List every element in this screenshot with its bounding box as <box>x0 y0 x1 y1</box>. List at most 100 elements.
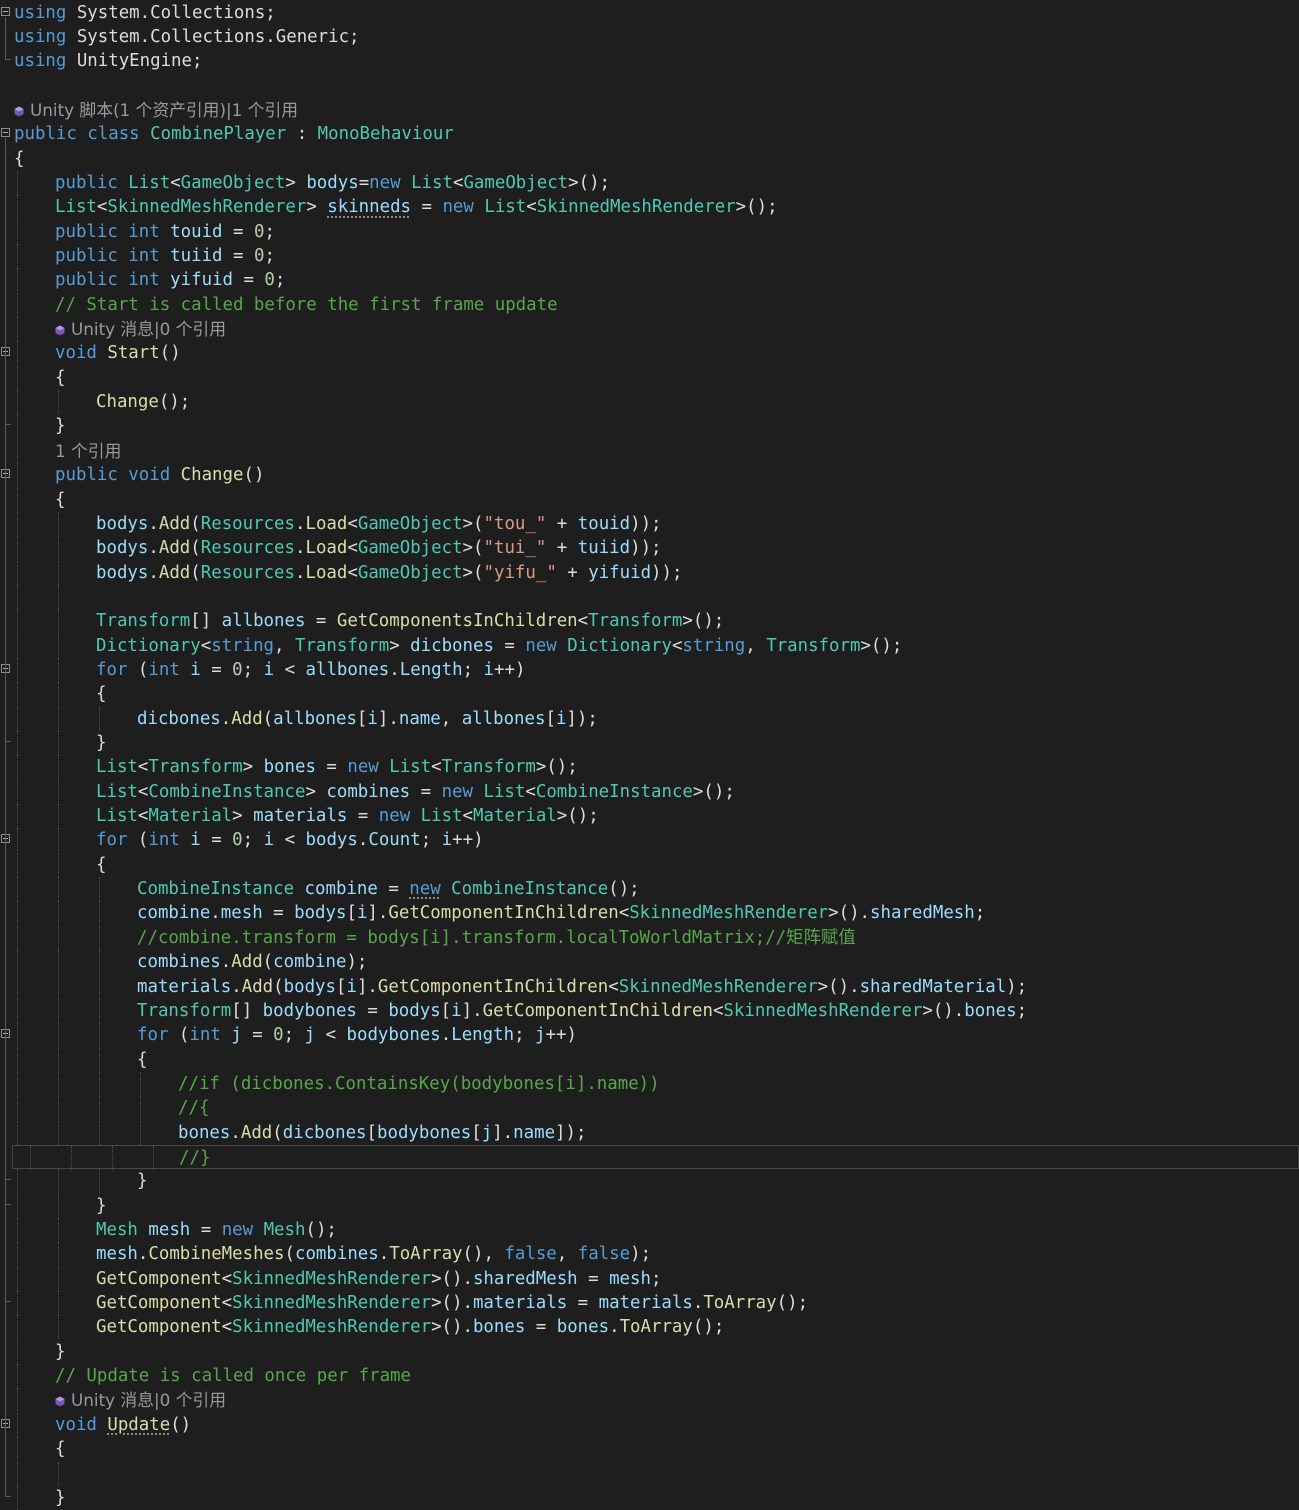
code-line[interactable]: using UnityEngine; <box>0 49 1299 73</box>
code-line[interactable]: public int yifuid = 0; <box>0 268 1299 293</box>
code-line[interactable]: GetComponent<SkinnedMeshRenderer>().mate… <box>0 1291 1299 1316</box>
code-token: new <box>442 197 485 218</box>
code-line[interactable]: materials.Add(bodys[i].GetComponentInChi… <box>0 974 1299 999</box>
code-line[interactable]: for (int i = 0; i < bodys.Count; i++) <box>0 828 1299 853</box>
line-content: Unity 脚本(1 个资产引用)|1 个引用 <box>14 98 298 122</box>
codelens-text[interactable]: 1 个引用 <box>55 441 121 461</box>
line-content: { <box>14 1437 65 1461</box>
line-content: Transform[] allbones = GetComponentsInCh… <box>14 609 724 633</box>
code-editor[interactable]: using System.Collections; using System.Co… <box>0 0 1299 1510</box>
code-line[interactable]: List<SkinnedMeshRenderer> skinneds = new… <box>0 195 1299 220</box>
code-token: GetComponent <box>96 1293 222 1314</box>
code-line[interactable]: } <box>0 731 1299 755</box>
code-token: int <box>148 659 191 680</box>
code-line[interactable]: // Start is called before the first fram… <box>0 292 1299 317</box>
blank-line[interactable] <box>0 584 1299 609</box>
code-token: GetComponent <box>96 1317 222 1338</box>
code-line[interactable]: public int tuiid = 0; <box>0 244 1299 268</box>
code-token: ; <box>974 903 986 924</box>
code-token: 0 <box>232 830 243 851</box>
code-line[interactable]: public List<GameObject> bodys=new List<G… <box>0 170 1299 195</box>
code-token: < <box>452 172 464 193</box>
code-line[interactable]: bones.Add(dicbones[bodybones[j].name]); <box>0 1120 1299 1145</box>
code-line[interactable]: } <box>0 414 1299 439</box>
codelens-text[interactable]: Unity 脚本(1 个资产引用)|1 个引用 <box>14 100 298 120</box>
code-token: new <box>347 757 390 778</box>
codelens-hint[interactable]: Unity 脚本(1 个资产引用)|1 个引用 <box>0 98 1299 122</box>
code-line[interactable]: } <box>0 1169 1299 1194</box>
code-line[interactable]: //} <box>12 1144 1299 1170</box>
code-line[interactable]: List<Material> materials = new List<Mate… <box>0 804 1299 829</box>
code-token: 0 <box>253 246 265 266</box>
code-token: bodys <box>96 562 149 583</box>
codelens-text[interactable]: Unity 消息|0 个引用 <box>55 1390 226 1410</box>
code-line[interactable]: for (int j = 0; j < bodybones.Length; j+… <box>0 1023 1299 1048</box>
code-line[interactable]: public void Change() <box>0 463 1299 488</box>
code-line[interactable]: { <box>0 1437 1299 1462</box>
code-line[interactable]: void Update() <box>0 1412 1299 1437</box>
code-token: [] <box>231 1000 263 1021</box>
code-line[interactable]: combine.mesh = bodys[i].GetComponentInCh… <box>0 901 1299 926</box>
line-content: //if (dicbones.ContainsKey(bodybones[i].… <box>14 1072 660 1096</box>
code-line[interactable]: mesh.CombineMeshes(combines.ToArray(), f… <box>0 1242 1299 1267</box>
code-line[interactable]: CombineInstance combine = new CombineIns… <box>0 877 1299 902</box>
collapse-icon[interactable] <box>1 128 10 138</box>
code-line[interactable]: bodys.Add(Resources.Load<GameObject>("tu… <box>0 536 1299 561</box>
code-line[interactable]: Transform[] bodybones = bodys[i].GetComp… <box>0 998 1299 1023</box>
code-line[interactable]: //if (dicbones.ContainsKey(bodybones[i].… <box>0 1071 1299 1096</box>
code-line[interactable]: List<CombineInstance> combines = new Lis… <box>0 779 1299 804</box>
code-line[interactable]: for (int i = 0; i < allbones.Length; i++… <box>0 657 1299 682</box>
code-token: Add <box>241 976 274 997</box>
codelens-hint[interactable]: 1 个引用 <box>0 438 1299 463</box>
code-token: } <box>55 1487 66 1508</box>
code-token: CombinePlayer <box>150 124 287 145</box>
code-token: bodys <box>283 976 336 997</box>
codelens-hint[interactable]: Unity 消息|0 个引用 <box>0 1388 1299 1413</box>
blank-line[interactable] <box>0 74 1299 98</box>
code-line[interactable]: { <box>0 682 1299 707</box>
code-line[interactable]: //combine.transform = bodys[i].transform… <box>0 925 1299 950</box>
code-line[interactable]: } <box>0 1485 1299 1510</box>
fold-region-line <box>5 16 6 60</box>
line-content: GetComponent<SkinnedMeshRenderer>().mate… <box>14 1291 808 1315</box>
code-line[interactable]: { <box>0 852 1299 877</box>
code-token: combine <box>273 952 347 973</box>
code-line[interactable]: GetComponent<SkinnedMeshRenderer>().bone… <box>0 1315 1299 1340</box>
collapse-icon[interactable] <box>1 6 10 16</box>
codelens-text[interactable]: Unity 消息|0 个引用 <box>55 319 226 339</box>
code-line[interactable]: public class CombinePlayer : MonoBehavio… <box>0 122 1299 146</box>
code-line[interactable]: bodys.Add(Resources.Load<GameObject>("to… <box>0 511 1299 536</box>
code-line[interactable]: Mesh mesh = new Mesh(); <box>0 1218 1299 1242</box>
blank-line[interactable] <box>0 1461 1299 1486</box>
code-token: . <box>609 1317 620 1338</box>
code-line[interactable]: { <box>0 147 1299 171</box>
code-line[interactable]: // Update is called once per frame <box>0 1364 1299 1389</box>
code-line[interactable]: { <box>0 365 1299 390</box>
code-line[interactable]: dicbones.Add(allbones[i].name, allbones[… <box>0 706 1299 731</box>
code-line[interactable]: Dictionary<string, Transform> dicbones =… <box>0 633 1299 658</box>
line-content: Unity 消息|0 个引用 <box>14 317 226 341</box>
codelens-hint[interactable]: Unity 消息|0 个引用 <box>0 317 1299 342</box>
code-line[interactable]: public int touid = 0; <box>0 219 1299 244</box>
code-line[interactable]: //{ <box>0 1096 1299 1121</box>
code-line[interactable]: using System.Collections.Generic; <box>0 25 1299 49</box>
code-line[interactable]: bodys.Add(Resources.Load<GameObject>("yi… <box>0 560 1299 585</box>
code-line[interactable]: } <box>0 1193 1299 1218</box>
code-line[interactable]: combines.Add(combine); <box>0 950 1299 975</box>
code-line[interactable]: { <box>0 487 1299 512</box>
code-line[interactable]: GetComponent<SkinnedMeshRenderer>().shar… <box>0 1266 1299 1291</box>
code-token: ; <box>1016 1000 1028 1021</box>
code-token: combines <box>326 781 411 802</box>
code-token: SkinnedMeshRenderer <box>107 197 307 218</box>
code-line[interactable]: Transform[] allbones = GetComponentsInCh… <box>0 609 1299 634</box>
code-line[interactable]: void Start() <box>0 341 1299 366</box>
code-line[interactable]: { <box>0 1047 1299 1072</box>
code-token: Count <box>368 830 421 851</box>
code-line[interactable]: } <box>0 1339 1299 1364</box>
code-line[interactable]: Change(); <box>0 390 1299 415</box>
code-token: new <box>369 172 412 193</box>
code-token: ++) <box>545 1025 577 1046</box>
code-token: )); <box>630 538 662 559</box>
code-line[interactable]: using System.Collections; <box>0 1 1299 25</box>
code-line[interactable]: List<Transform> bones = new List<Transfo… <box>0 755 1299 780</box>
